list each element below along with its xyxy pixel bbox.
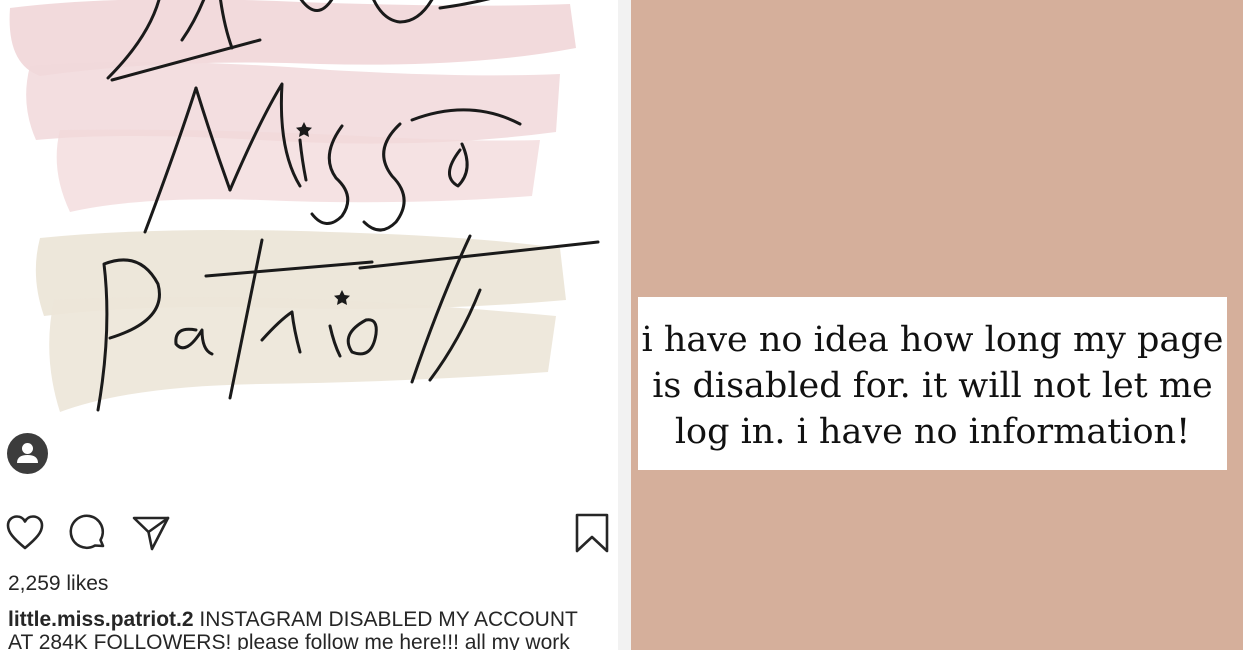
story-text-line: is disabled for. it will not let me [652, 366, 1213, 406]
divider [618, 0, 631, 650]
story-text-box: i have no idea how long my page is disab… [638, 297, 1227, 470]
caption-line: AT 284K FOLLOWERS! please follow me here… [8, 631, 570, 650]
likes-count[interactable]: 2,259 likes [8, 572, 108, 596]
paper-plane-icon [132, 516, 170, 551]
avatar[interactable] [7, 433, 48, 474]
bookmark-icon [575, 513, 609, 553]
story-text-line: log in. i have no information! [674, 412, 1191, 452]
save-button[interactable] [572, 513, 612, 553]
instagram-post: 2,259 likes little.miss.patriot.2 INSTAG… [0, 0, 618, 650]
post-image[interactable] [0, 0, 618, 430]
post-caption: little.miss.patriot.2 INSTAGRAM DISABLED… [8, 608, 610, 650]
comment-icon [69, 514, 105, 550]
heart-icon [6, 515, 44, 550]
share-button[interactable] [131, 513, 171, 553]
comment-button[interactable] [68, 513, 108, 553]
caption-username[interactable]: little.miss.patriot.2 [8, 608, 194, 631]
beige-brush-stroke [35, 230, 567, 412]
story-text-line: i have no idea how long my page [641, 320, 1224, 360]
user-icon [17, 443, 38, 463]
like-button[interactable] [5, 513, 45, 553]
pink-brush-stroke [9, 0, 576, 212]
story-panel: i have no idea how long my page is disab… [631, 0, 1243, 650]
caption-line: little.miss.patriot.2 INSTAGRAM DISABLED… [8, 608, 610, 631]
caption-text: INSTAGRAM DISABLED MY ACCOUNT [193, 608, 578, 631]
